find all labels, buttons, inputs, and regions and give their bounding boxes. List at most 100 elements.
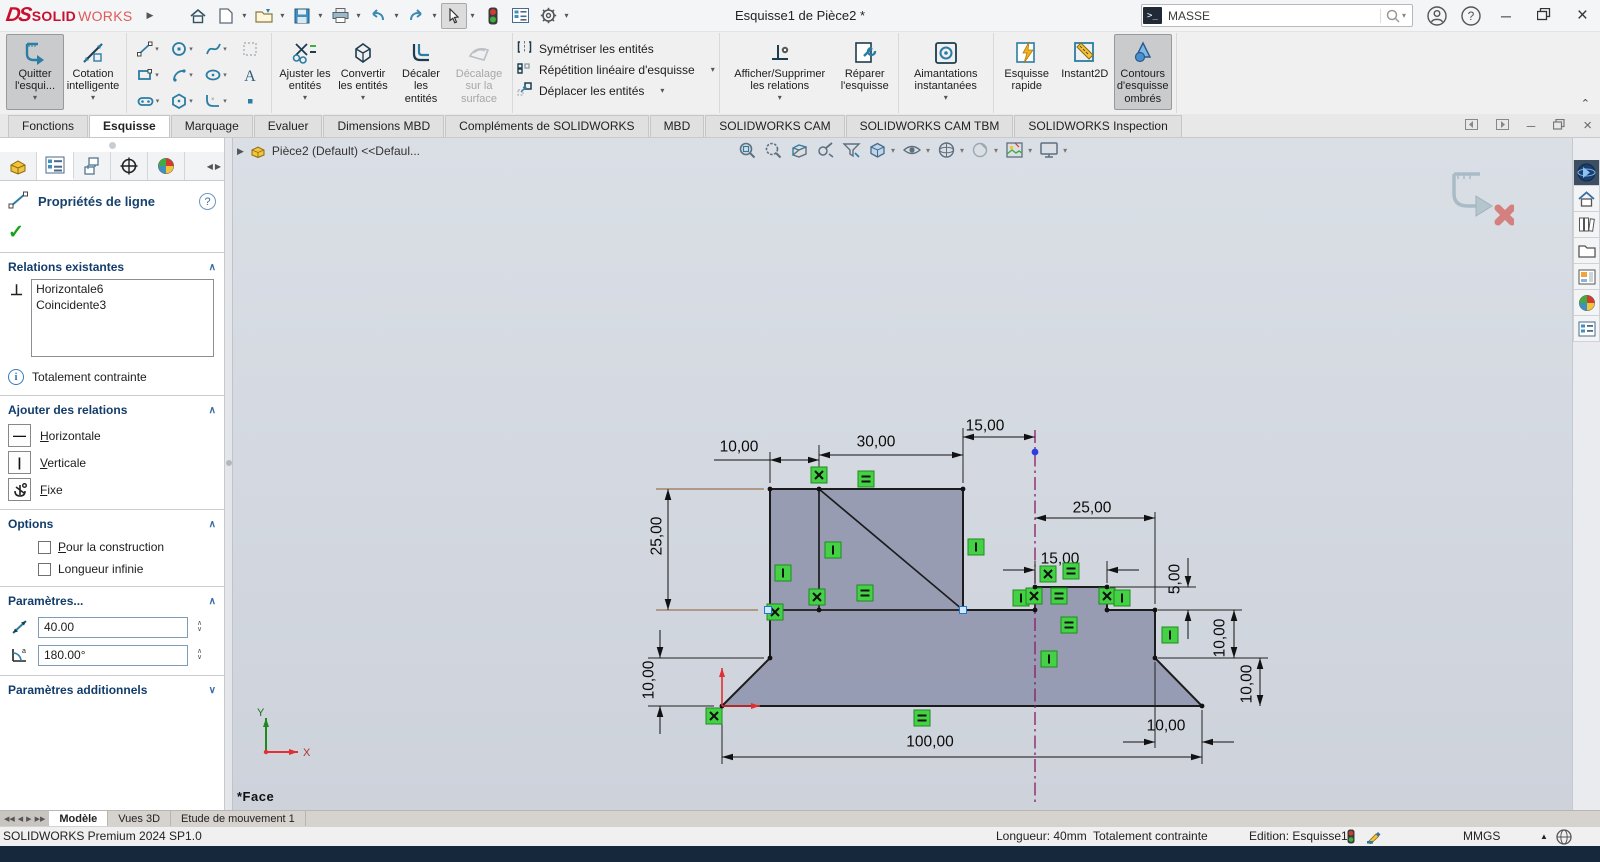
relation-badge-horizontal[interactable] — [1061, 617, 1077, 633]
relation-badge-vertical[interactable] — [968, 539, 984, 555]
save-button[interactable] — [289, 3, 315, 29]
ribbon-tab-evaluer[interactable]: Evaluer — [254, 115, 323, 137]
save-caret[interactable]: ▾ — [317, 11, 325, 20]
status-sketch-edit-icon[interactable] — [1366, 829, 1383, 847]
zoom-area-icon[interactable] — [764, 141, 783, 159]
search-box[interactable]: >_ MASSE ▾ — [1141, 4, 1413, 27]
dock-right-icon[interactable] — [1496, 119, 1509, 133]
undo-button[interactable] — [365, 3, 391, 29]
infinite-length-checkbox[interactable] — [38, 563, 51, 576]
minimize-button[interactable]: ─ — [1501, 8, 1511, 24]
panel-tab-scroll-right[interactable]: ▶ — [215, 162, 221, 171]
display-delete-relations-button[interactable]: Afficher/Supprimer les relations ▾ — [724, 34, 836, 110]
panel-help-icon[interactable]: ? — [199, 193, 216, 210]
options-caret[interactable]: ▾ — [564, 11, 572, 20]
dimension-label[interactable]: 25,00 — [1073, 500, 1112, 517]
home-tab-icon[interactable] — [1573, 186, 1600, 212]
construction-checkbox[interactable] — [38, 541, 51, 554]
relation-badge-vertical[interactable] — [825, 542, 841, 558]
parameters-collapse-icon[interactable]: ∧ — [209, 596, 216, 607]
select-tool-button[interactable] — [441, 3, 467, 29]
new-document-caret[interactable]: ▾ — [241, 11, 249, 20]
tab-display-manager[interactable] — [148, 152, 185, 180]
convert-entities-button[interactable]: Convertir les entités ▾ — [334, 34, 392, 110]
zoom-fit-icon[interactable] — [738, 141, 757, 159]
angle-input[interactable]: 180.00° — [38, 645, 188, 666]
view-palette-icon[interactable] — [1573, 264, 1600, 290]
relation-badge-coincident[interactable] — [809, 589, 825, 605]
ribbon-tab-dimensions-mbd[interactable]: Dimensions MBD — [323, 115, 444, 137]
file-explorer-icon[interactable] — [1573, 238, 1600, 264]
options-gear-button[interactable] — [536, 3, 562, 29]
text-tool[interactable]: A — [233, 62, 267, 88]
display-relations-caret[interactable]: ▾ — [778, 94, 782, 103]
repair-sketch-button[interactable]: Réparer l'esquisse — [836, 34, 894, 110]
magnified-selection-icon[interactable] — [816, 141, 835, 159]
exit-sketch-button[interactable]: Quitter l'esqui... ▾ — [6, 34, 64, 110]
tab-property-manager[interactable] — [37, 152, 74, 180]
ribbon-tab-mbd[interactable]: MBD — [650, 115, 705, 137]
breadcrumb[interactable]: ▶ Pièce2 (Default) <<Defaul... — [237, 144, 420, 158]
home-button[interactable] — [185, 3, 211, 29]
shaded-sketch-contours-button[interactable]: Contours d'esquisse ombrés — [1114, 34, 1172, 110]
display-style-caret[interactable]: ▾ — [891, 146, 895, 155]
pattern-ghost-tool[interactable] — [233, 36, 267, 62]
dimension-label[interactable]: 10,00 — [1212, 618, 1229, 657]
redo-button[interactable] — [403, 3, 429, 29]
appearances-icon[interactable] — [971, 141, 990, 159]
rebuild-button[interactable] — [480, 3, 506, 29]
open-button[interactable] — [251, 3, 277, 29]
tab-configurations[interactable] — [74, 152, 111, 180]
tab-next-icon[interactable]: ▶ — [26, 815, 31, 823]
trim-caret[interactable]: ▾ — [303, 94, 307, 103]
filter-icon[interactable] — [842, 141, 861, 159]
instant-snaps-button[interactable]: Aimantations instantanées ▾ — [903, 34, 989, 110]
add-relations-collapse-icon[interactable]: ∧ — [209, 405, 216, 416]
status-units[interactable]: MMGS — [1463, 829, 1500, 843]
instant2d-button[interactable]: Instant2D — [1056, 34, 1114, 110]
additional-parameters-header[interactable]: Paramètres additionnels ∨ — [0, 676, 224, 702]
fillet-tool[interactable]: ×▾ — [199, 88, 233, 114]
hide-show-items-icon[interactable] — [902, 141, 922, 159]
tab-motion-study[interactable]: Etude de mouvement 1 — [171, 811, 306, 826]
search-input[interactable]: MASSE — [1168, 9, 1380, 23]
tab-3d-views[interactable]: Vues 3D — [108, 811, 171, 826]
breadcrumb-text[interactable]: Pièce2 (Default) <<Defaul... — [272, 144, 420, 158]
search-submit[interactable]: ▾ — [1380, 9, 1411, 23]
relation-badge-horizontal[interactable] — [914, 710, 930, 726]
graphics-viewport[interactable]: ▶ Pièce2 (Default) <<Defaul... ▾ ▾ ▾ ▾ ▾… — [233, 138, 1572, 810]
ribbon-tab-solidworks-inspection[interactable]: SOLIDWORKS Inspection — [1014, 115, 1181, 137]
rapid-sketch-button[interactable]: Esquisse rapide — [998, 34, 1056, 110]
dimension-label[interactable]: 30,00 — [857, 434, 896, 451]
hide-show-caret[interactable]: ▾ — [926, 146, 930, 155]
dimension-label[interactable]: 10,00 — [720, 439, 759, 456]
confirm-cancel-icon[interactable] — [1498, 208, 1512, 222]
select-tool-caret[interactable]: ▾ — [469, 11, 477, 20]
add-horizontal-button[interactable]: — Horizontale — [0, 422, 224, 449]
new-document-button[interactable] — [213, 3, 239, 29]
add-relations-header[interactable]: Ajouter des relations ∧ — [0, 396, 224, 422]
design-library-icon[interactable] — [1573, 212, 1600, 238]
dimension-label[interactable]: 15,00 — [966, 418, 1005, 435]
dimension-label[interactable]: 10,00 — [1239, 664, 1256, 703]
doc-minimize-icon[interactable]: ─ — [1527, 119, 1536, 133]
ribbon-collapse-chevron[interactable]: ⌃ — [1581, 97, 1590, 110]
add-fix-button[interactable]: Fixe — [0, 476, 224, 503]
angle-spinner[interactable]: ∧∨ — [194, 649, 202, 662]
point-tool[interactable] — [233, 88, 267, 114]
slot-tool[interactable]: ▾ — [131, 88, 165, 114]
menu-expand-arrow[interactable]: ▶ — [146, 10, 153, 21]
relation-badge-vertical[interactable] — [1041, 651, 1057, 667]
undo-caret[interactable]: ▾ — [393, 11, 401, 20]
ribbon-tab-solidworks-cam-tbm[interactable]: SOLIDWORKS CAM TBM — [846, 115, 1014, 137]
dimension-label[interactable]: 10,00 — [1147, 718, 1186, 735]
circle-tool[interactable]: ▾ — [165, 36, 199, 62]
relation-badge-vertical[interactable] — [775, 565, 791, 581]
print-button[interactable] — [327, 3, 353, 29]
panel-splitter[interactable] — [225, 138, 233, 810]
restore-button[interactable] — [1537, 8, 1551, 24]
confirm-exit-sketch-icon[interactable] — [1454, 174, 1492, 216]
relation-badge-horizontal[interactable] — [858, 471, 874, 487]
view-orientation-caret[interactable]: ▾ — [960, 146, 964, 155]
tab-model[interactable]: Modèle — [49, 811, 108, 826]
